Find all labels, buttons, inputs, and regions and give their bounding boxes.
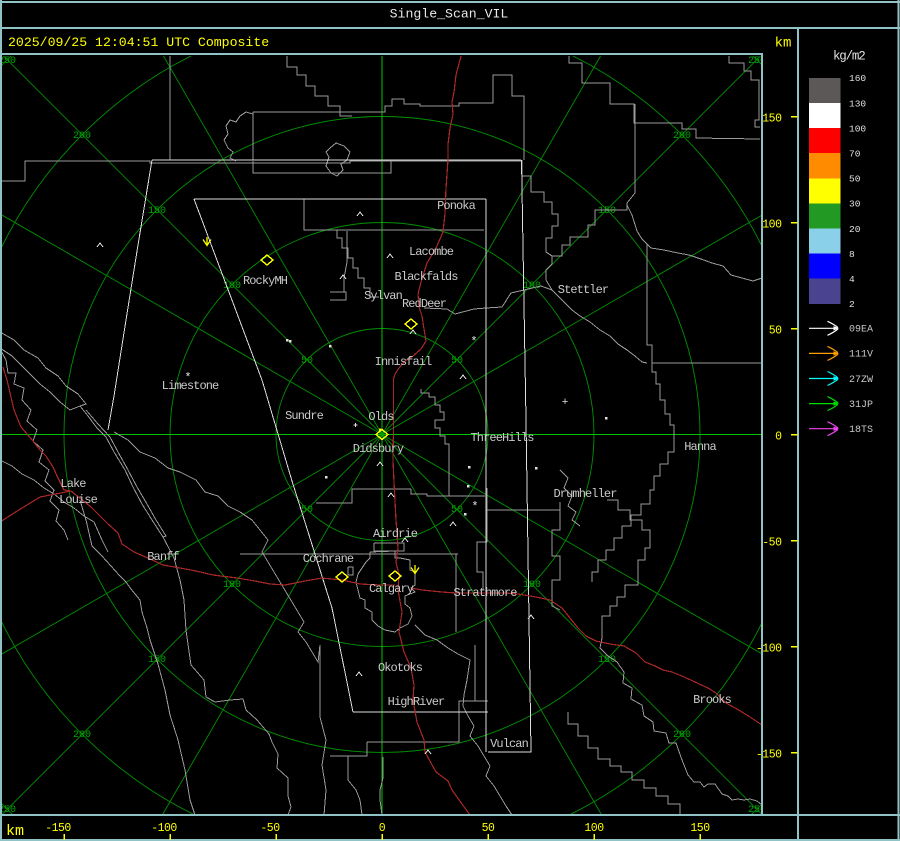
svg-text:09EA: 09EA	[849, 325, 873, 336]
svg-text:*: *	[470, 335, 477, 349]
svg-text:*: *	[471, 500, 478, 514]
svg-text:20: 20	[849, 224, 861, 235]
svg-text:130: 130	[849, 98, 866, 109]
svg-text:ThreeHills: ThreeHills	[470, 431, 534, 445]
svg-text:Calgary: Calgary	[369, 582, 414, 596]
svg-text:50: 50	[849, 174, 861, 185]
svg-text:*: *	[184, 371, 191, 385]
svg-text:Brooks: Brooks	[693, 693, 732, 707]
svg-text:200: 200	[673, 131, 691, 142]
svg-text:Lacombe: Lacombe	[409, 245, 454, 259]
svg-text:50: 50	[769, 325, 782, 338]
svg-text:Olds: Olds	[368, 410, 394, 424]
svg-text:km: km	[6, 823, 24, 840]
svg-text:50: 50	[301, 356, 313, 367]
svg-text:200: 200	[73, 730, 91, 741]
svg-text:Sundre: Sundre	[285, 409, 324, 423]
svg-text:RockyMH: RockyMH	[243, 274, 288, 288]
svg-text:2: 2	[849, 299, 855, 310]
svg-text:-100: -100	[151, 822, 177, 835]
svg-text:Strathmore: Strathmore	[453, 586, 517, 600]
svg-text:2025/09/25 12:04:51 UTC Compos: 2025/09/25 12:04:51 UTC Composite	[8, 35, 269, 50]
svg-text:Innisfail: Innisfail	[375, 355, 432, 369]
svg-text:150: 150	[598, 655, 616, 666]
svg-text:250: 250	[0, 56, 16, 67]
svg-text:100: 100	[223, 580, 241, 591]
svg-text:-50: -50	[762, 537, 782, 550]
svg-text:160: 160	[849, 73, 866, 84]
svg-text:8: 8	[849, 249, 855, 260]
svg-text:Ponoka: Ponoka	[437, 199, 476, 213]
svg-text:0: 0	[379, 822, 386, 835]
svg-text:km: km	[775, 36, 792, 52]
svg-text:Single_Scan_VIL: Single_Scan_VIL	[390, 7, 509, 22]
svg-text:100: 100	[584, 822, 604, 835]
svg-text:18TS: 18TS	[849, 425, 873, 436]
svg-text:50: 50	[451, 505, 463, 516]
svg-text:Okotoks: Okotoks	[378, 661, 423, 675]
svg-text:4: 4	[849, 274, 855, 285]
svg-text:Louise: Louise	[59, 493, 98, 507]
svg-text:30: 30	[849, 199, 861, 210]
svg-text:Hanna: Hanna	[684, 440, 716, 454]
svg-text:111V: 111V	[849, 350, 873, 361]
svg-text:27ZW: 27ZW	[849, 375, 873, 386]
svg-text:Vulcan: Vulcan	[490, 737, 529, 751]
svg-text:Blackfalds: Blackfalds	[394, 270, 458, 284]
svg-text:Airdrie: Airdrie	[373, 527, 418, 541]
svg-text:Drumheller: Drumheller	[553, 487, 617, 501]
svg-text:Lake: Lake	[60, 477, 86, 491]
svg-text:70: 70	[849, 149, 861, 160]
svg-text:31JP: 31JP	[849, 400, 873, 411]
svg-text:Cochrane: Cochrane	[303, 552, 354, 566]
svg-text:100: 100	[523, 580, 541, 591]
svg-text:-100: -100	[756, 643, 782, 656]
svg-text:Sylvan: Sylvan	[364, 289, 403, 303]
svg-text:150: 150	[148, 206, 166, 217]
svg-text:Didsbury: Didsbury	[353, 442, 404, 456]
svg-text:100: 100	[762, 219, 782, 232]
svg-text:100: 100	[849, 123, 866, 134]
svg-text:150: 150	[690, 822, 710, 835]
svg-text:-150: -150	[45, 822, 71, 835]
svg-text:200: 200	[73, 131, 91, 142]
svg-text:50: 50	[482, 822, 495, 835]
svg-text:50: 50	[451, 356, 463, 367]
svg-text:-50: -50	[260, 822, 280, 835]
svg-text:RedDeer: RedDeer	[402, 297, 447, 311]
svg-text:-150: -150	[756, 749, 782, 762]
svg-text:Stettler: Stettler	[558, 283, 609, 297]
svg-text:150: 150	[762, 113, 782, 126]
svg-text:Banff: Banff	[147, 550, 179, 564]
svg-text:200: 200	[673, 730, 691, 741]
svg-text:150: 150	[598, 206, 616, 217]
svg-text:HighRiver: HighRiver	[388, 695, 445, 709]
svg-text:+: +	[562, 397, 569, 409]
svg-text:0: 0	[775, 431, 782, 444]
svg-text:kg/m2: kg/m2	[833, 50, 865, 64]
